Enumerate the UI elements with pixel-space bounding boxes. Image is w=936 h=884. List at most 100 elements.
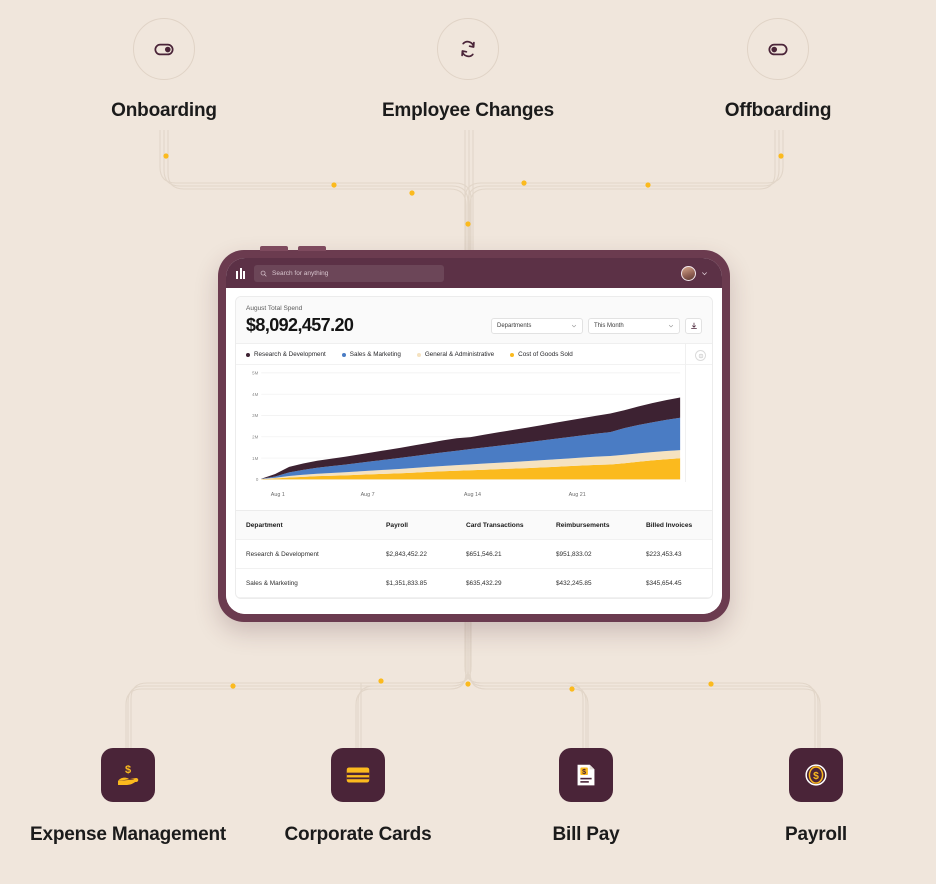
kpi-block: August Total Spend $8,092,457.20 (246, 305, 354, 336)
legend-label: Research & Development (254, 351, 326, 358)
toggle-off-icon (768, 43, 788, 56)
period-select[interactable]: This Month (588, 318, 680, 334)
column-header: Reimbursements (556, 521, 610, 529)
departments-select-value: Departments (497, 323, 532, 329)
x-axis-tick-label: Aug 21 (568, 492, 586, 498)
credit-card-icon (346, 767, 370, 783)
top-node-offboarding[interactable]: Offboarding (658, 18, 898, 122)
area-chart[interactable]: 0 1M 2M 3M 4M 5M (236, 365, 712, 491)
cell-card-transactions: $651,546.21 (466, 550, 502, 558)
column-header: Card Transactions (466, 521, 524, 529)
expense-management-icon-tile: $ (101, 748, 155, 802)
account-menu[interactable] (681, 265, 712, 281)
bottom-node-expense-management[interactable]: $ Expense Management (8, 748, 248, 846)
svg-text:$: $ (125, 764, 131, 776)
cell-reimbursements: $432,245.85 (556, 579, 592, 587)
department-table: Department Payroll Card Transactions Rei… (236, 510, 712, 598)
payroll-icon-tile: $ (789, 748, 843, 802)
svg-text:4M: 4M (252, 392, 258, 397)
departments-select[interactable]: Departments (491, 318, 583, 334)
refresh-cycle-icon (461, 40, 475, 58)
bottom-node-label: Expense Management (30, 824, 226, 845)
expand-chart-button[interactable] (695, 350, 706, 361)
legend-swatch (416, 352, 421, 357)
bottom-node-corporate-cards[interactable]: Corporate Cards (238, 748, 478, 846)
search-placeholder: Search for anything (272, 269, 329, 277)
cell-department: Research & Development (246, 550, 319, 558)
svg-text:1M: 1M (252, 456, 258, 461)
ramp-logo-icon[interactable] (236, 267, 245, 279)
expand-chart-icon (698, 353, 703, 358)
legend-item[interactable]: General & Administrative (416, 351, 495, 358)
table-header-row: Department Payroll Card Transactions Rei… (236, 511, 712, 540)
svg-text:5M: 5M (252, 371, 258, 376)
search-icon (260, 270, 267, 276)
top-node-onboarding[interactable]: Onboarding (44, 18, 284, 122)
top-node-label: Employee Changes (381, 100, 555, 121)
chevron-down-icon (571, 324, 577, 328)
top-node-label: Offboarding (724, 100, 832, 121)
svg-text:$: $ (813, 771, 819, 782)
top-feature-row: Onboarding Employee Changes Offboarding (0, 18, 936, 138)
download-button[interactable] (685, 318, 702, 334)
employee-changes-icon-circle (437, 18, 499, 80)
dollar-coin-icon: $ (805, 764, 827, 786)
cell-payroll: $2,843,452.22 (386, 550, 427, 558)
svg-text:$: $ (582, 769, 586, 776)
kpi-value: $8,092,457.20 (246, 315, 354, 335)
bottom-feature-row: $ Expense Management Corporate Cards $ B… (0, 748, 936, 858)
corporate-cards-icon-tile (331, 748, 385, 802)
onboarding-icon-circle (133, 18, 195, 80)
cell-department: Sales & Marketing (246, 579, 298, 587)
cell-billed-invoices: $345,654.45 (646, 579, 682, 587)
table-row[interactable]: Sales & Marketing $1,351,833.85 $635,432… (236, 569, 712, 598)
top-node-employee-changes[interactable]: Employee Changes (348, 18, 588, 122)
kpi-label: August Total Spend (246, 305, 303, 312)
svg-text:3M: 3M (252, 413, 258, 418)
legend-items: Research & Development Sales & Marketing… (246, 351, 573, 358)
chevron-down-icon (668, 324, 674, 328)
area-chart-svg: 0 1M 2M 3M 4M 5M (252, 371, 681, 482)
chart-legend: Research & Development Sales & Marketing… (236, 344, 712, 482)
bottom-node-payroll[interactable]: $ Payroll (696, 748, 936, 846)
cell-reimbursements: $951,833.02 (556, 550, 592, 558)
bottom-node-label: Payroll (785, 824, 847, 845)
period-select-value: This Month (594, 323, 624, 329)
legend-label: General & Administrative (424, 351, 495, 358)
app-top-bar: Search for anything (226, 258, 722, 288)
avatar[interactable] (681, 265, 696, 281)
x-axis-tick-label: Aug 7 (360, 492, 375, 498)
app-page: August Total Spend $8,092,457.20 Departm… (226, 288, 722, 614)
chevron-down-icon[interactable] (701, 270, 708, 277)
legend-item[interactable]: Cost of Goods Sold (510, 351, 573, 358)
bottom-node-label: Corporate Cards (284, 824, 432, 845)
column-header: Payroll (386, 521, 408, 529)
spend-card-header: August Total Spend $8,092,457.20 Departm… (236, 297, 712, 344)
cell-billed-invoices: $223,453.43 (646, 550, 682, 558)
svg-text:0: 0 (256, 477, 259, 482)
table-row[interactable]: Research & Development $2,843,452.22 $65… (236, 540, 712, 569)
toggle-on-icon (154, 43, 174, 56)
legend-label: Cost of Goods Sold (518, 351, 573, 358)
search-input[interactable]: Search for anything (254, 264, 444, 282)
legend-item[interactable]: Research & Development (246, 351, 326, 358)
offboarding-icon-circle (747, 18, 809, 80)
legend-item[interactable]: Sales & Marketing (341, 351, 401, 358)
bill-pay-icon-tile: $ (559, 748, 613, 802)
x-axis-tick-label: Aug 1 (270, 492, 285, 498)
cell-payroll: $1,351,833.85 (386, 579, 427, 587)
bottom-node-label: Bill Pay (552, 824, 620, 845)
hand-holding-dollar-icon: $ (118, 764, 139, 785)
bottom-node-bill-pay[interactable]: $ Bill Pay (466, 748, 706, 846)
download-icon (690, 322, 697, 329)
page-root: Onboarding Employee Changes Offboarding … (0, 0, 936, 884)
invoice-document-icon: $ (577, 764, 595, 786)
legend-swatch (510, 352, 515, 357)
tablet-screen: Search for anything August Total Spend $… (226, 258, 722, 614)
tablet-device: Search for anything August Total Spend $… (218, 246, 730, 622)
column-header: Department (246, 521, 283, 529)
legend-swatch (246, 352, 250, 357)
legend-label: Sales & Marketing (349, 351, 401, 358)
column-header: Billed Invoices (646, 521, 693, 529)
cell-card-transactions: $635,432.29 (466, 579, 502, 587)
